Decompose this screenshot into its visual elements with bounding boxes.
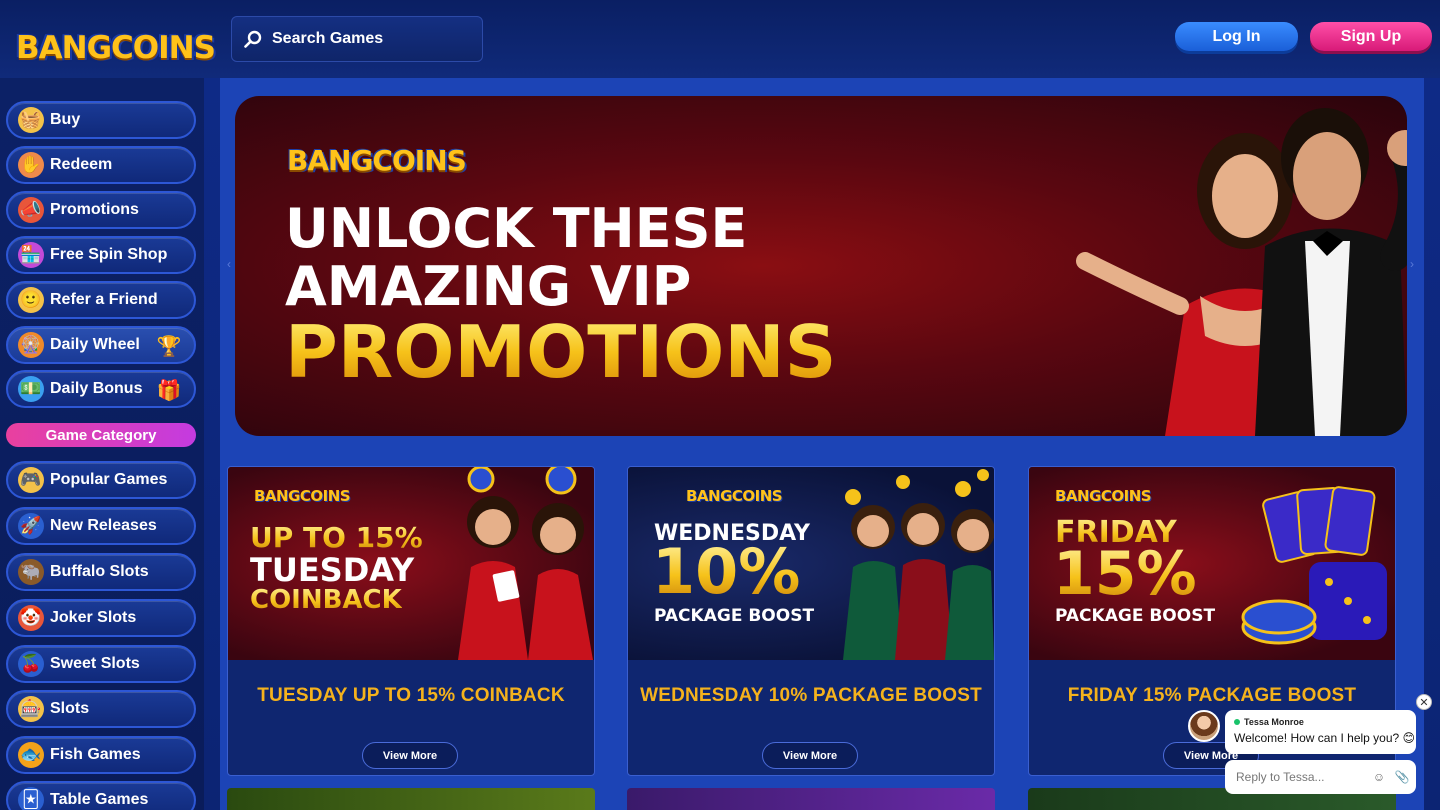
promo-image-logo: BANGCOINS — [1055, 487, 1152, 505]
sidebar-item-label: Buffalo Slots — [50, 563, 149, 580]
promo-title: TUESDAY UP TO 15% COINBACK — [257, 685, 565, 706]
chat-agent-name: Tessa Monroe — [1244, 717, 1304, 727]
search-input[interactable] — [272, 30, 462, 48]
attach-icon[interactable]: 📎 — [1395, 770, 1410, 784]
view-more-button[interactable]: View More — [362, 742, 458, 769]
search-icon — [244, 30, 262, 48]
chat-agent-row: Tessa Monroe — [1234, 717, 1407, 727]
promo-image-line2: 10% — [652, 535, 801, 608]
sidebar-item-sweet-slots[interactable]: 🍒 Sweet Slots — [6, 645, 196, 683]
promo-image: BANGCOINS WEDNESDAY 10% PACKAGE BOOST — [628, 467, 994, 660]
hero-headline-line2: AMAZING VIP — [285, 255, 692, 318]
view-more-button[interactable]: View More — [762, 742, 858, 769]
promo-image-logo: BANGCOINS — [686, 487, 783, 505]
basket-icon: 🧺 — [18, 107, 44, 133]
promo-women-image — [843, 469, 994, 660]
promo-image-line3: COINBACK — [250, 585, 402, 615]
online-status-icon — [1234, 719, 1240, 725]
gift-icon: 🎁 — [156, 379, 182, 402]
sidebar-item-label: Redeem — [50, 156, 113, 173]
sidebar-item-label: Refer a Friend — [50, 291, 158, 308]
cherry-icon: 🍒 — [18, 651, 44, 677]
sidebar-item-label: Joker Slots — [50, 609, 137, 626]
chat-close-icon[interactable]: ✕ — [1416, 694, 1432, 710]
sidebar-item-fish-games[interactable]: 🐟 Fish Games — [6, 736, 196, 774]
sidebar-item-popular-games[interactable]: 🎮 Popular Games — [6, 461, 196, 499]
hero-couple-image — [1076, 108, 1407, 436]
promo-cards-dice-image — [1241, 486, 1387, 645]
promo-card-tuesday[interactable]: BANGCOINS UP TO 15% TUESDAY COINBACK TUE… — [227, 466, 595, 776]
sidebar-item-label: Table Games — [50, 791, 149, 808]
hero-logo: BANGCOINS — [287, 144, 467, 177]
buffalo-icon: 🐃 — [18, 559, 44, 585]
sidebar-item-label: Free Spin Shop — [50, 246, 168, 263]
sidebar-item-promotions[interactable]: 📣 Promotions — [6, 191, 196, 229]
sidebar-item-label: Fish Games — [50, 746, 141, 763]
friend-icon: 🙂 — [18, 287, 44, 313]
sidebar-item-buy[interactable]: 🧺 Buy — [6, 101, 196, 139]
promo-image: BANGCOINS FRIDAY 15% PACKAGE BOOST — [1029, 467, 1395, 660]
promo-card-peek[interactable] — [227, 788, 595, 810]
carousel-prev-icon[interactable]: ‹ — [222, 254, 236, 274]
sidebar-item-label: Daily Wheel — [50, 336, 140, 353]
search-box[interactable] — [231, 16, 483, 62]
sidebar-item-label: Buy — [50, 111, 81, 128]
promo-title: WEDNESDAY 10% PACKAGE BOOST — [640, 685, 982, 706]
carousel-next-icon[interactable]: › — [1405, 254, 1419, 274]
megaphone-icon: 📣 — [18, 197, 44, 223]
brand-logo[interactable]: BANGCOINS — [16, 26, 216, 70]
promo-image-logo: BANGCOINS — [254, 487, 351, 505]
sidebar-item-daily-wheel[interactable]: 🎡 Daily Wheel 🏆 — [6, 326, 196, 364]
slot-machine-icon: 🎰 — [18, 696, 44, 722]
sidebar-item-redeem[interactable]: ✋ Redeem — [6, 146, 196, 184]
shop-icon: 🏪 — [18, 242, 44, 268]
promo-women-image — [458, 467, 593, 660]
game-category-header: Game Category — [6, 423, 196, 447]
hero-headline-line3: PROMOTIONS — [285, 310, 837, 394]
top-bar: BANGCOINS Log In Sign Up — [0, 0, 1440, 78]
emoji-icon[interactable]: ☺ — [1372, 770, 1386, 784]
cards-icon: 🃏 — [18, 787, 44, 810]
sidebar-item-label: Daily Bonus — [50, 380, 143, 397]
promo-image: BANGCOINS UP TO 15% TUESDAY COINBACK — [228, 467, 594, 660]
sidebar-item-label: Popular Games — [50, 471, 168, 488]
promo-image-line3: PACKAGE BOOST — [654, 606, 815, 626]
redeem-hand-icon: ✋ — [18, 152, 44, 178]
sidebar-item-table-games[interactable]: 🃏 Table Games — [6, 781, 196, 810]
wheel-icon: 🎡 — [18, 332, 44, 358]
sidebar-item-refer-a-friend[interactable]: 🙂 Refer a Friend — [6, 281, 196, 319]
trophy-icon: 🏆 — [156, 335, 182, 358]
promo-image-line2: TUESDAY — [250, 551, 415, 589]
chat-message-text: Welcome! How can I help you? 😊 — [1234, 731, 1416, 745]
hero-banner[interactable]: BANGCOINS UNLOCK THESE AMAZING VIP PROMO… — [235, 96, 1407, 436]
promo-image-line1: UP TO 15% — [250, 521, 423, 554]
rocket-icon: 🚀 — [18, 513, 44, 539]
promo-image-line2: 15% — [1053, 539, 1197, 609]
sidebar-item-label: Sweet Slots — [50, 655, 140, 672]
promo-card-wednesday[interactable]: BANGCOINS WEDNESDAY 10% PACKAGE BOOST WE… — [627, 466, 995, 776]
sidebar-item-buffalo-slots[interactable]: 🐃 Buffalo Slots — [6, 553, 196, 591]
login-button[interactable]: Log In — [1175, 22, 1298, 51]
gamepad-icon: 🎮 — [18, 467, 44, 493]
chat-message-bubble[interactable]: Tessa Monroe Welcome! How can I help you… — [1225, 710, 1416, 754]
sidebar-item-new-releases[interactable]: 🚀 New Releases — [6, 507, 196, 545]
sidebar-item-label: Promotions — [50, 201, 139, 218]
sidebar-item-label: Slots — [50, 700, 90, 717]
chat-reply-input[interactable] — [1236, 770, 1356, 784]
fish-icon: 🐟 — [18, 742, 44, 768]
chat-reply-box[interactable]: ☺ 📎 — [1225, 760, 1416, 794]
joker-icon: 🤡 — [18, 605, 44, 631]
sidebar-item-slots[interactable]: 🎰 Slots — [6, 690, 196, 728]
sidebar-item-label: New Releases — [50, 517, 157, 534]
sidebar-item-daily-bonus[interactable]: 💵 Daily Bonus 🎁 — [6, 370, 196, 408]
promo-title: FRIDAY 15% PACKAGE BOOST — [1067, 685, 1357, 706]
sidebar-item-joker-slots[interactable]: 🤡 Joker Slots — [6, 599, 196, 637]
hero-headline-line1: UNLOCK THESE — [285, 197, 748, 260]
promo-image-line3: PACKAGE BOOST — [1055, 606, 1216, 626]
promo-card-peek[interactable] — [627, 788, 995, 810]
sidebar-item-free-spin-shop[interactable]: 🏪 Free Spin Shop — [6, 236, 196, 274]
signup-button[interactable]: Sign Up — [1310, 22, 1432, 51]
chat-agent-avatar — [1188, 710, 1220, 742]
bonus-icon: 💵 — [18, 376, 44, 402]
